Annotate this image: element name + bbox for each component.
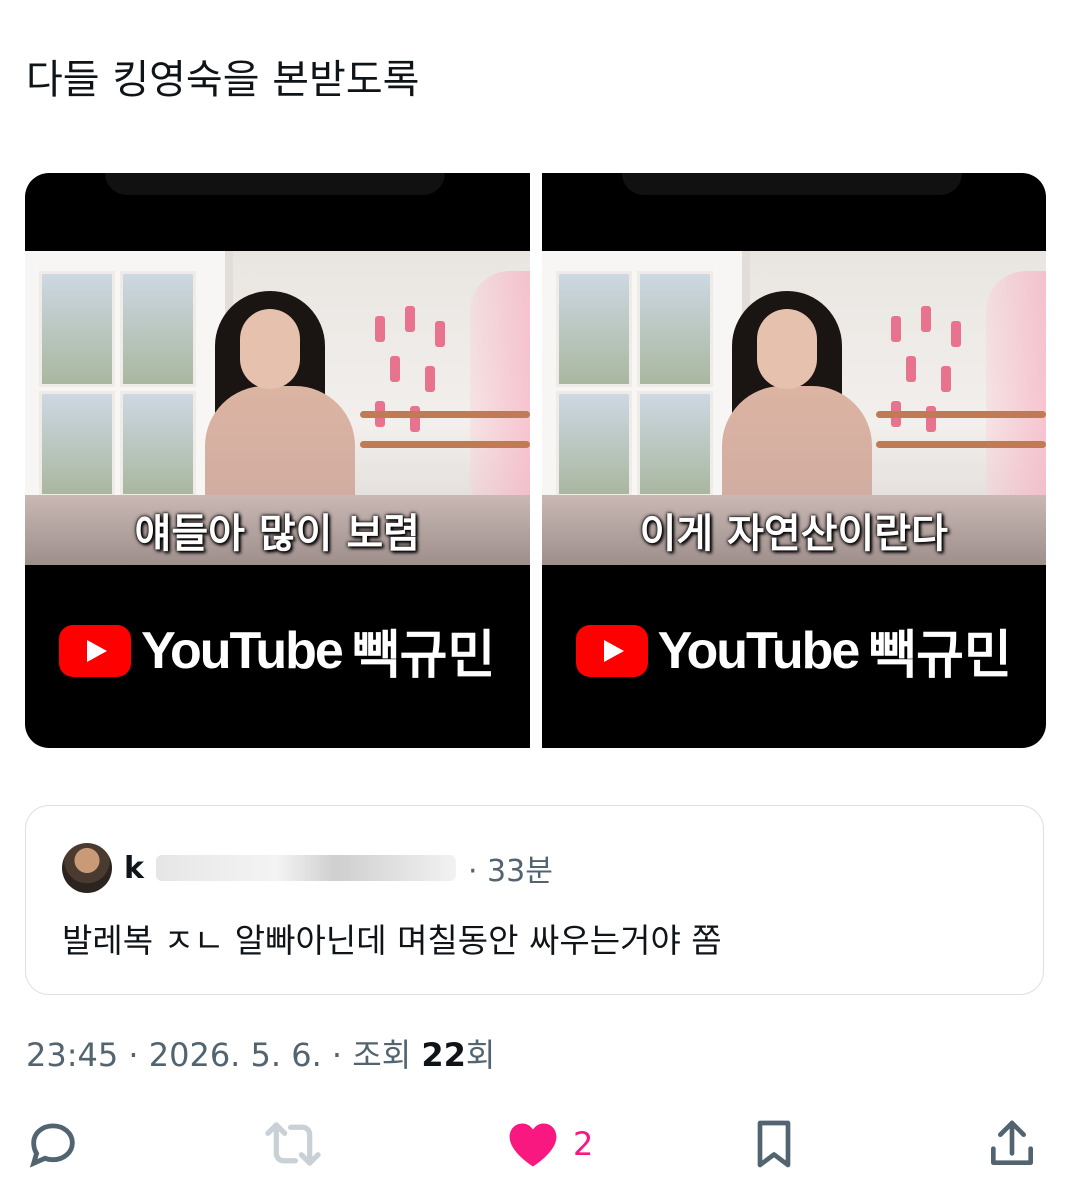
youtube-wordmark: YouTube xyxy=(141,621,344,680)
action-bar: 2 xyxy=(0,1112,1071,1176)
retweet-button[interactable] xyxy=(262,1112,324,1176)
views-suffix: 회 xyxy=(465,1036,496,1074)
youtube-logo-icon xyxy=(59,624,132,677)
share-icon xyxy=(991,1120,1033,1165)
ballet-barre xyxy=(359,411,530,418)
post-text: 다들 킹영숙을 본받도록 xyxy=(26,57,420,103)
video-caption: 얘들아 많이 보렴 xyxy=(134,511,420,557)
retweet-icon xyxy=(265,1122,321,1166)
media-image-1[interactable]: 얘들아 많이 보렴 YouTube 빽규민 xyxy=(25,173,530,748)
phone-notch xyxy=(621,173,962,195)
media-grid[interactable]: 얘들아 많이 보렴 YouTube 빽규민 이게 자연산이란다 YouTube … xyxy=(25,173,1046,748)
views-count: 22 xyxy=(421,1036,466,1074)
avatar[interactable] xyxy=(62,843,112,893)
redacted-handle xyxy=(155,855,456,881)
phone-notch xyxy=(105,173,445,195)
bookmark-button[interactable] xyxy=(746,1112,802,1176)
ballet-barre xyxy=(359,441,530,448)
youtube-logo-icon xyxy=(575,624,648,677)
quoted-tweet[interactable]: k · 33분 발레복 ㅈㄴ 알빠아닌데 며칠동안 싸우는거야 쫌 xyxy=(25,805,1044,995)
views-label: 조회 xyxy=(352,1036,412,1074)
share-button[interactable] xyxy=(984,1112,1040,1176)
tweet-time: 23:45 xyxy=(26,1036,119,1074)
youtube-brand: YouTube 빽규민 xyxy=(542,613,1047,688)
channel-name: 빽규민 xyxy=(868,626,1012,686)
ballet-barre xyxy=(876,441,1046,448)
quoted-tweet-header: k · 33분 xyxy=(62,840,553,896)
like-count: 2 xyxy=(573,1125,594,1163)
bookmark-icon xyxy=(757,1120,791,1168)
tweet-meta: 23:45 · 2026. 5. 6. · 조회 22회 xyxy=(26,1030,495,1076)
reply-button[interactable] xyxy=(24,1112,82,1176)
like-button[interactable]: 2 xyxy=(503,1112,593,1176)
quoted-timestamp: · 33분 xyxy=(467,854,553,889)
channel-name: 빽규민 xyxy=(351,626,496,686)
youtube-brand: YouTube 빽규민 xyxy=(25,613,530,688)
quoted-author-name[interactable]: k xyxy=(124,851,144,886)
tweet-date: · 2026. 5. 6. · xyxy=(128,1036,343,1074)
reply-icon xyxy=(29,1123,75,1168)
heart-icon xyxy=(509,1123,557,1167)
ballet-barre xyxy=(876,411,1046,418)
media-image-2[interactable]: 이게 자연산이란다 YouTube 빽규민 xyxy=(541,173,1047,748)
quoted-tweet-text: 발레복 ㅈㄴ 알빠아닌데 며칠동안 싸우는거야 쫌 xyxy=(62,921,722,960)
video-caption: 이게 자연산이란다 xyxy=(639,511,948,557)
youtube-wordmark: YouTube xyxy=(657,621,861,680)
